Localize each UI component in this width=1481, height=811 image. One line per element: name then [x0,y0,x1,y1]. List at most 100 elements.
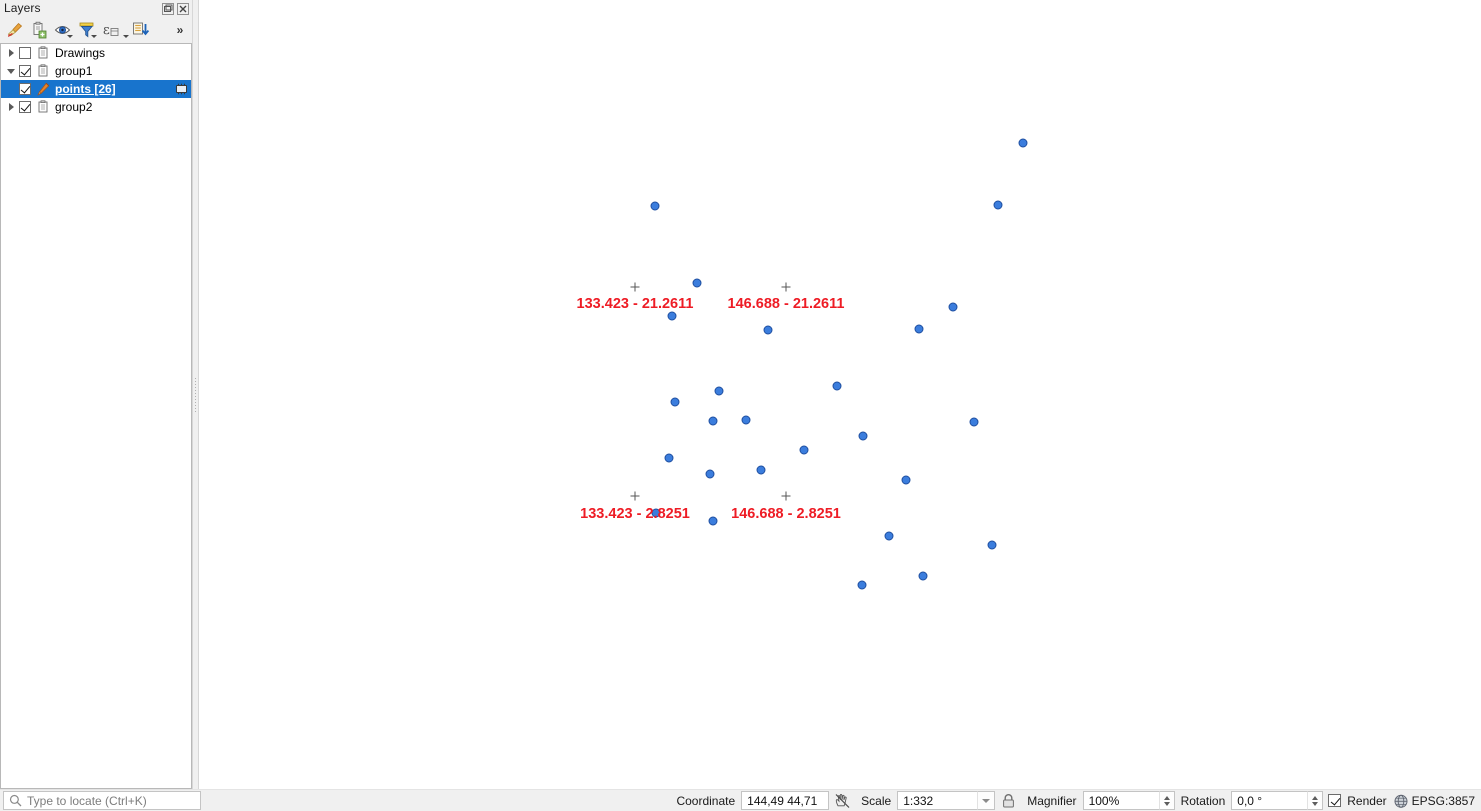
chevron-down-icon [123,35,129,38]
layers-panel-title: Layers [4,1,41,15]
layer-row[interactable]: group1 [1,62,191,80]
layer-visibility-checkbox[interactable] [19,83,31,95]
layer-label: Drawings [55,46,106,60]
rotation-label: Rotation [1180,793,1226,808]
chevron-down-icon [1163,801,1170,806]
map-point-feature[interactable] [714,386,724,396]
layer-tree[interactable]: Drawings group1 points [26] group2 [0,43,192,789]
crs-label: EPSG:3857 [1411,793,1475,808]
expand-collapse-all-button[interactable] [130,19,152,41]
status-bar: Type to locate (Ctrl+K) Coordinate 144,4… [0,789,1481,811]
grid-coordinate-label: 133.423 - 21.2611 [576,296,694,312]
grid-coordinate-label: 146.688 - 21.2611 [727,296,845,312]
grid-coordinate-label: 133.423 - 2.8251 [580,506,690,522]
memory-layer-icon [173,81,189,97]
map-canvas[interactable]: 133.423 - 21.2611 146.688 - 21.2611 133.42… [199,0,1481,789]
crs-status-button[interactable]: EPSG:3857 [1393,793,1479,809]
layer-visibility-checkbox[interactable] [19,101,31,113]
map-point-feature[interactable] [969,417,979,427]
scale-label: Scale [861,793,892,808]
chevron-up-icon [1163,795,1170,800]
map-point-feature[interactable] [1018,138,1028,148]
layer-row[interactable]: Drawings [1,44,191,62]
locator-placeholder: Type to locate (Ctrl+K) [27,793,147,808]
layer-label: points [26] [55,82,116,96]
open-layer-styling-panel-button[interactable] [4,19,26,41]
map-point-feature[interactable] [692,278,702,288]
layer-visibility-checkbox[interactable] [19,47,31,59]
map-point-feature[interactable] [650,201,660,211]
layers-panel: Layers ε » Drawings group1 points [26] g… [0,0,192,789]
layer-label: group1 [55,64,93,78]
map-point-feature[interactable] [763,325,773,335]
panel-overflow-button[interactable]: » [172,19,192,41]
layer-row-points[interactable]: points [26] [1,80,191,98]
map-point-feature[interactable] [799,445,809,455]
panel-title-buttons [161,2,189,15]
map-point-feature[interactable] [901,475,911,485]
map-point-feature[interactable] [708,416,718,426]
map-point-feature[interactable] [832,381,842,391]
coordinate-label: Coordinate [676,793,736,808]
map-point-feature[interactable] [858,431,868,441]
lock-scale-icon[interactable] [998,791,1018,811]
map-point-feature[interactable] [987,540,997,550]
map-point-feature[interactable] [705,469,715,479]
magnifier-field[interactable]: 100% [1082,791,1159,810]
filter-legend-by-expression-button[interactable]: ε [100,19,129,41]
coordinate-field[interactable]: 144,49 44,71 [741,791,830,810]
globe-icon [1394,794,1408,808]
main-body: Layers ε » Drawings group1 points [26] g… [0,0,1481,789]
scale-dropdown-button[interactable] [977,791,996,810]
rotation-field[interactable]: 0,0 ° [1231,791,1308,810]
grid-coordinate-label: 146.688 - 2.8251 [731,506,841,522]
chevron-down-icon [67,35,73,38]
chevron-down-icon [7,68,15,74]
add-group-button[interactable] [28,19,50,41]
layers-panel-title-bar: Layers [0,0,192,17]
rotation-stepper[interactable] [1307,791,1324,810]
chevron-right-icon [8,103,14,111]
manage-layer-visibility-button[interactable] [52,19,74,41]
map-point-feature[interactable] [708,516,718,526]
layer-row[interactable]: group2 [1,98,191,116]
search-icon [9,794,22,807]
panel-splitter[interactable] [192,0,199,789]
map-point-feature[interactable] [857,580,867,590]
render-checkbox[interactable] [1328,794,1342,807]
map-point-feature[interactable] [918,571,928,581]
chevron-down-icon [1312,801,1319,806]
svg-text:ε: ε [103,23,110,38]
chevron-down-icon [91,35,97,38]
toggle-extents-icon[interactable] [832,791,852,811]
map-point-feature[interactable] [741,415,751,425]
expander-toggle[interactable] [3,98,19,116]
undock-panel-button[interactable] [161,2,174,15]
grid-cross-marker [781,491,791,501]
grid-cross-marker [781,282,791,292]
layers-panel-toolbar: ε » [0,17,192,43]
layer-visibility-checkbox[interactable] [19,65,31,77]
locator-search-input[interactable]: Type to locate (Ctrl+K) [3,791,201,810]
expander-toggle[interactable] [3,44,19,62]
group-icon [35,99,51,115]
map-point-feature[interactable] [670,397,680,407]
grid-cross-marker [630,282,640,292]
magnifier-stepper[interactable] [1158,791,1175,810]
map-point-feature[interactable] [756,465,766,475]
map-point-feature[interactable] [914,324,924,334]
expander-toggle[interactable] [3,62,19,80]
map-point-feature[interactable] [884,531,894,541]
close-panel-button[interactable] [176,2,189,15]
render-label: Render [1347,793,1387,808]
edit-pencil-icon [35,81,51,97]
map-point-feature[interactable] [948,302,958,312]
magnifier-label: Magnifier [1027,793,1077,808]
scale-field[interactable]: 1:332 [897,791,978,810]
qgis-main-window: Layers ε » Drawings group1 points [26] g… [0,0,1481,811]
map-point-feature[interactable] [667,311,677,321]
map-point-feature[interactable] [664,453,674,463]
chevron-up-icon [1312,795,1319,800]
filter-legend-button[interactable] [76,19,98,41]
map-point-feature[interactable] [993,200,1003,210]
